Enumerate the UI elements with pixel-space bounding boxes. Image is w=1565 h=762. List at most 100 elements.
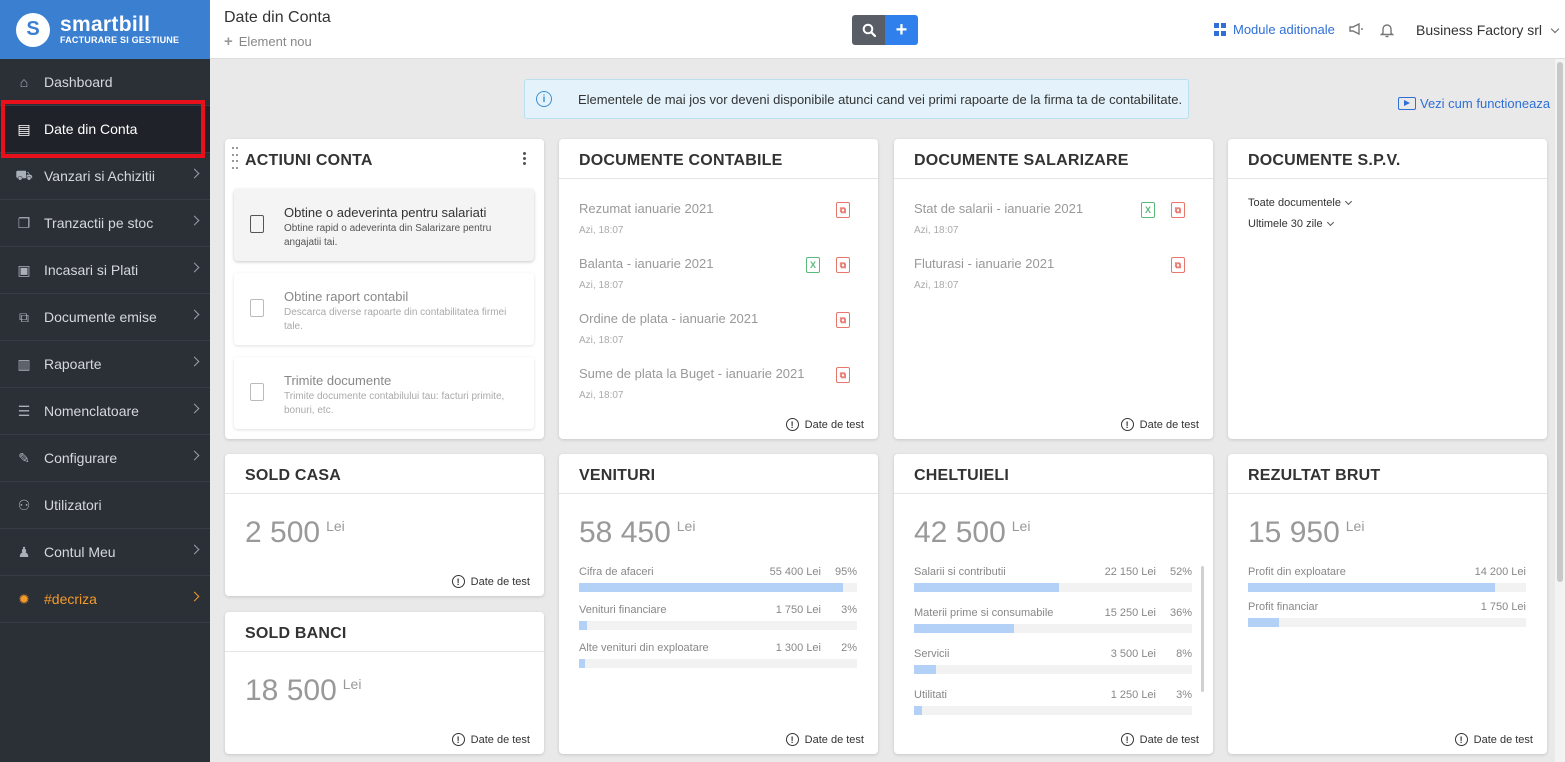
sidebar-item-tranzactii-pe-stoc[interactable]: ❐ Tranzactii pe stoc [0,200,210,247]
doc-row[interactable]: Sume de plata la Buget - ianuarie 2021 Az… [579,366,869,416]
vezi-cum-functioneaza-link[interactable]: Vezi cum functioneaza [1398,96,1550,111]
sidebar-item-vanzari-si-achizitii[interactable]: ⛟ Vanzari si Achizitii [0,153,210,200]
brand-logo[interactable]: S smartbill FACTURARE SI GESTIUNE [0,0,210,59]
alert-icon: ! [1454,733,1468,746]
info-banner: i Elementele de mai jos vor deveni dispo… [524,79,1189,119]
breakdown-label: Servicii [914,648,950,660]
sidebar-item-label: Utilizatori [44,497,102,513]
progress-fill [914,665,937,674]
amount-currency: Lei [1011,518,1031,534]
documente-contabile-card: DOCUMENTE CONTABILE Rezumat ianuarie 202… [559,139,878,439]
breakdown-value: 14 200 Lei [1474,566,1526,578]
search-button[interactable] [852,15,885,45]
filter-document-type[interactable]: Toate documentele [1248,197,1352,209]
action-desc: Descarca diverse rapoarte din contabilit… [284,307,507,332]
venituri-card: VENITURI 58 450 Lei Cifra de afaceri 55 40… [559,454,878,754]
drag-handle-icon[interactable] [232,147,238,171]
test-data-note: ! Date de test [1454,733,1533,746]
action-raport-contabil[interactable]: Obtine raport contabil Descarca diverse … [234,273,534,345]
progress-fill [579,583,844,592]
money-icon: ▣ [17,261,31,278]
card-title: REZULTAT BRUT [1248,467,1381,484]
chevron-right-icon [189,544,200,555]
amount-value: 15 950 [1248,516,1340,549]
excel-file-icon[interactable]: X [806,257,820,273]
sidebar-item-nomenclatoare[interactable]: ☰ Nomenclatoare [0,388,210,435]
amount: 15 950 Lei [1248,516,1364,550]
company-selector[interactable]: Business Factory srl [1416,22,1560,38]
excel-file-icon[interactable]: X [1141,202,1155,218]
sidebar-item-decriza[interactable]: ✹ #decriza [0,576,210,623]
sidebar-item-contul-meu[interactable]: ♟ Contul Meu [0,529,210,576]
company-name: Business Factory srl [1416,22,1543,38]
doc-row[interactable]: Rezumat ianuarie 2021 Azi, 18:07 ⧉ [579,201,869,251]
more-options-icon[interactable] [523,152,526,165]
pdf-file-icon[interactable]: ⧉ [836,312,850,328]
chevron-right-icon [189,215,200,226]
test-data-note: ! Date de test [451,733,530,746]
pdf-file-icon[interactable]: ⧉ [836,367,850,383]
progress-track [579,659,857,668]
pdf-file-icon[interactable]: ⧉ [836,257,850,273]
pdf-file-icon[interactable]: ⧉ [836,202,850,218]
document-send-icon [250,383,264,401]
doc-row[interactable]: Fluturasi - ianuarie 2021 Azi, 18:07 ⧉ [914,256,1204,306]
sidebar-item-documente-emise[interactable]: ⧉ Documente emise [0,294,210,341]
test-data-note: ! Date de test [785,418,864,431]
alert-icon: ! [785,418,799,431]
alert-icon: ! [1120,418,1134,431]
breakdown-percent: 2% [841,642,857,654]
sidebar-item-label: Contul Meu [44,544,116,560]
bell-icon[interactable] [1379,22,1395,43]
test-data-note: ! Date de test [1120,418,1199,431]
amount-value: 18 500 [245,674,337,707]
sidebar: S smartbill FACTURARE SI GESTIUNE ⌂ Dashb… [0,0,210,762]
megaphone-icon[interactable] [1348,22,1364,41]
alert-icon: ! [451,575,465,588]
test-label: Date de test [1139,418,1199,431]
lightbulb-icon: ✹ [18,590,30,607]
logo-text: smartbill FACTURARE SI GESTIUNE [60,14,180,45]
card-title: DOCUMENTE CONTABILE [579,152,783,169]
doc-row[interactable]: Stat de salarii - ianuarie 2021 Azi, 18:0… [914,201,1204,251]
doc-row[interactable]: Ordine de plata - ianuarie 2021 Azi, 18:0… [579,311,869,361]
sidebar-item-dashboard[interactable]: ⌂ Dashboard [0,59,210,106]
test-data-note: ! Date de test [785,733,864,746]
filter-period[interactable]: Ultimele 30 zile [1248,218,1334,230]
breakdown-row: Salarii si contributii 22 150 Lei 52% [914,566,1192,592]
sidebar-item-label: Incasari si Plati [44,262,139,278]
plus-icon: + [895,18,908,41]
sidebar-item-utilizatori[interactable]: ⚇ Utilizatori [0,482,210,529]
pdf-file-icon[interactable]: ⧉ [1171,202,1185,218]
sidebar-item-date-din-conta[interactable]: ▤ Date din Conta [0,106,210,153]
breakdown-row: Utilitati 1 250 Lei 3% [914,689,1192,715]
bar-chart-icon: ▥ [17,355,31,372]
add-button[interactable]: + [885,15,918,45]
sidebar-item-rapoarte[interactable]: ▥ Rapoarte [0,341,210,388]
progress-fill [579,621,588,630]
breakdown-percent: 52% [1169,566,1192,578]
action-adeverinta[interactable]: Obtine o adeverinta pentru salariati Obt… [234,189,534,261]
doc-date: Azi, 18:07 [914,280,959,291]
action-trimite-documente[interactable]: Trimite documente Trimite documente cont… [234,357,534,429]
list-scrollbar[interactable] [1201,566,1204,692]
element-nou-link[interactable]: + Element nou [224,33,312,50]
cheltuieli-card: CHELTUIELI 42 500 Lei Salarii si contribu… [894,454,1213,754]
progress-track [1248,618,1526,627]
amount: 58 450 Lei [579,516,695,550]
amount: 2 500 Lei [245,516,345,550]
brand-tagline: FACTURARE SI GESTIUNE [60,34,180,45]
amount-value: 2 500 [245,516,321,549]
doc-row[interactable]: Balanta - ianuarie 2021 Azi, 18:07 X ⧉ [579,256,869,306]
page-scrollbar-thumb[interactable] [1557,62,1563,582]
doc-name: Ordine de plata - ianuarie 2021 [579,311,759,326]
video-play-icon [1398,97,1416,110]
test-label: Date de test [804,733,864,746]
module-aditionale-link[interactable]: Module aditionale [1214,22,1335,37]
pdf-file-icon[interactable]: ⧉ [1171,257,1185,273]
card-title: SOLD BANCI [245,625,347,642]
breakdown-label: Profit din exploatare [1248,566,1346,578]
sidebar-item-incasari-si-plati[interactable]: ▣ Incasari si Plati [0,247,210,294]
search-icon [862,23,876,37]
sidebar-item-configurare[interactable]: ✎ Configurare [0,435,210,482]
